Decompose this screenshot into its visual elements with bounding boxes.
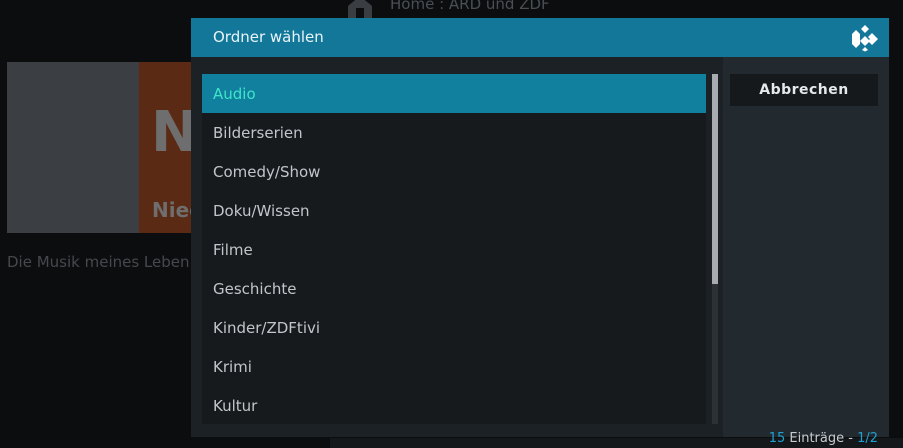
thumbnail-logo-mark: N (151, 100, 193, 165)
list-item[interactable]: Bilderserien (202, 113, 706, 152)
kodi-logo-icon (852, 25, 878, 52)
dialog-side-panel: Abbrechen 15 Einträge - 1/2 (723, 57, 889, 446)
dialog-titlebar: Ordner wählen (191, 18, 889, 57)
list-item[interactable]: Doku/Wissen (202, 191, 706, 230)
list-item[interactable]: Kinder/ZDFtivi (202, 308, 706, 347)
cancel-button[interactable]: Abbrechen (730, 74, 878, 106)
folder-list[interactable]: Audio Bilderserien Comedy/Show Doku/Wissen F… (202, 74, 706, 424)
scrollbar-thumb[interactable] (712, 74, 718, 284)
breadcrumb: Home : ARD und ZDF (390, 0, 550, 13)
list-item[interactable]: Krimi (202, 347, 706, 386)
media-thumbnail: N Niec (7, 62, 193, 233)
entries-page: 1/2 (857, 431, 878, 446)
list-item[interactable]: Audio (202, 74, 706, 113)
entries-label: Einträge - (785, 431, 858, 446)
folder-select-dialog: Ordner wählen Audio Bilderserien Comedy/Sh… (191, 18, 889, 446)
dialog-title: Ordner wählen (213, 28, 324, 46)
list-item[interactable]: Kultur (202, 386, 706, 424)
thumbnail-text: Niec (152, 198, 193, 222)
list-item[interactable]: Filme (202, 230, 706, 269)
media-caption: Die Musik meines Leben (7, 253, 190, 271)
scrollbar[interactable] (712, 74, 718, 424)
list-item[interactable]: Comedy/Show (202, 152, 706, 191)
entries-info: 15 Einträge - 1/2 (769, 431, 878, 446)
entries-count: 15 (768, 431, 786, 446)
home-icon (348, 0, 372, 18)
list-item[interactable]: Geschichte (202, 269, 706, 308)
